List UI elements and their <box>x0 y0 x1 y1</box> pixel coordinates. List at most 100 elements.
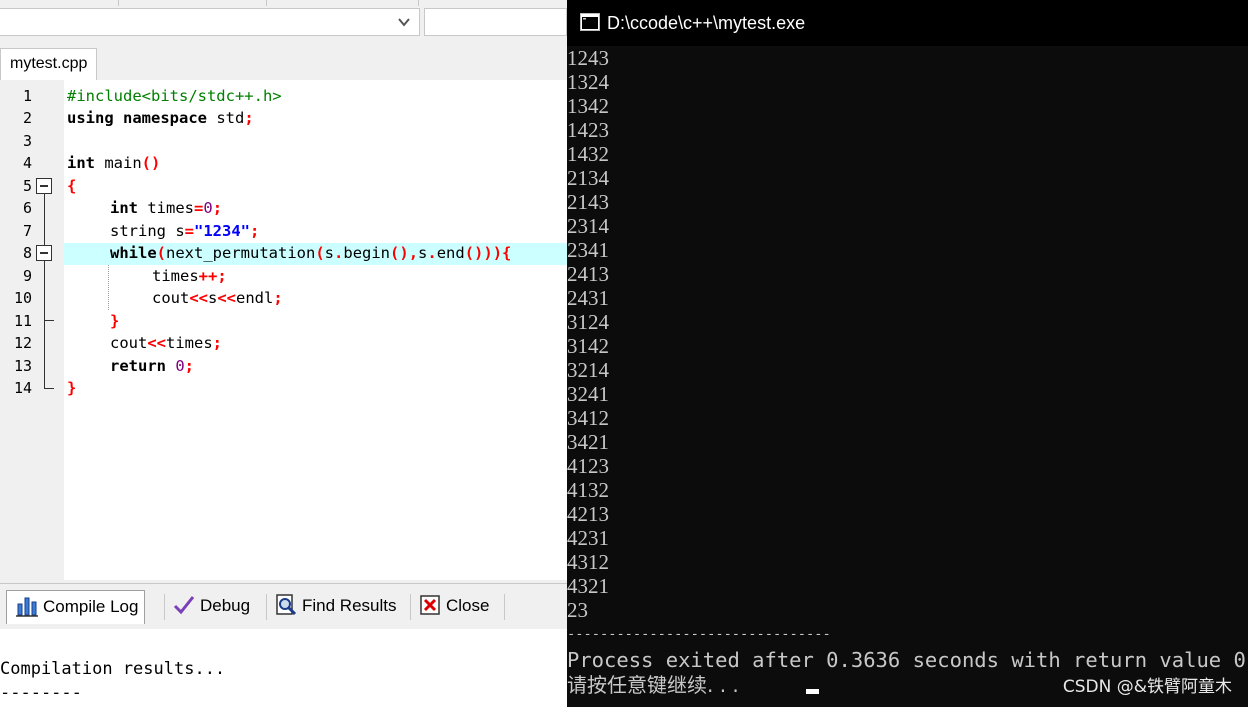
tab-separator <box>504 594 505 620</box>
chevron-down-icon[interactable] <box>397 15 411 29</box>
fold-toggle-icon[interactable] <box>36 178 52 194</box>
output-line: 1243 <box>567 46 609 70</box>
output-line: 3142 <box>567 334 609 358</box>
code-line-6: int times=0; <box>110 197 222 219</box>
symbol: ++; <box>198 267 227 285</box>
toolbar-separator <box>118 0 119 6</box>
symbol: ( <box>315 244 325 262</box>
console-title-bar[interactable]: D:\ccode\c++\mytest.exe <box>567 0 1248 46</box>
line-number: 10 <box>13 289 32 307</box>
code-line-8: while(next_permutation(s.begin(),s.end()… <box>110 242 511 264</box>
identifier: times <box>138 199 194 217</box>
symbol: . <box>334 244 344 262</box>
tab-find-results[interactable]: Find Results <box>266 590 402 624</box>
symbol: << <box>217 289 237 307</box>
fold-guide-line <box>44 261 45 320</box>
symbol: . <box>427 244 437 262</box>
output-line: 1432 <box>567 142 609 166</box>
text-cursor <box>806 689 819 694</box>
search-document-icon <box>276 593 297 615</box>
keyword: using namespace <box>67 109 207 127</box>
tab-label: Compile Log <box>43 597 139 616</box>
line-number: 2 <box>22 109 32 127</box>
line-number: 7 <box>22 222 32 240</box>
file-tab-mytest[interactable]: mytest.cpp <box>0 48 98 80</box>
line-number: 13 <box>13 357 32 375</box>
identifier: cout <box>110 334 148 352</box>
output-line: 3412 <box>567 406 609 430</box>
output-line: 3421 <box>567 430 609 454</box>
identifier: s <box>324 244 335 262</box>
symbol: ; <box>184 357 195 375</box>
line-number: 9 <box>22 267 32 285</box>
press-any-key-prompt: 请按任意键继续. . . <box>567 673 739 697</box>
output-separator: -------------------------------- <box>567 626 831 642</box>
code-line-13: return 0; <box>110 355 194 377</box>
identifier: next_permutation <box>166 244 316 262</box>
line-number: 6 <box>22 199 32 217</box>
keyword: return <box>110 357 166 375</box>
toolbar-separator <box>266 0 267 6</box>
bar-chart-icon <box>16 597 38 617</box>
compile-log-output: Compilation results... -------- <box>0 629 567 707</box>
close-window-icon <box>420 594 440 615</box>
code-line-2: using namespace std; <box>67 107 254 129</box>
symbol: << <box>147 334 166 352</box>
code-line-9: times++; <box>152 265 227 287</box>
tab-label: Find Results <box>302 596 397 615</box>
indent-guide <box>108 265 109 310</box>
output-line: 3214 <box>567 358 609 382</box>
identifier: begin <box>343 244 391 262</box>
output-line: 1324 <box>567 70 609 94</box>
tab-label: Debug <box>200 596 251 615</box>
code-line-11: } <box>110 310 119 332</box>
log-line: Compilation results... <box>0 659 226 679</box>
fold-guide-line <box>44 194 45 245</box>
symbol: ; <box>273 289 283 307</box>
identifier: s <box>418 244 428 262</box>
tab-compile-log[interactable]: Compile Log <box>6 590 146 624</box>
symbol: = <box>184 222 194 240</box>
output-line: 2134 <box>567 166 609 190</box>
code-editor[interactable]: 1 2 3 4 5 6 7 8 9 10 11 12 13 14 #includ… <box>0 80 567 580</box>
ide-window: mytest.cpp 1 2 3 4 5 6 7 8 9 10 11 12 13… <box>0 0 567 707</box>
tab-debug[interactable]: Debug <box>164 590 256 624</box>
identifier: end <box>436 244 465 262</box>
symbol: ())){ <box>464 244 512 262</box>
symbol: (), <box>390 244 419 262</box>
bottom-panel-tabs: Compile Log Debug Find Results Close <box>0 583 567 630</box>
class-dropdown[interactable] <box>0 8 420 36</box>
output-line: 23 <box>567 598 588 622</box>
output-line: 4123 <box>567 454 609 478</box>
symbol: () <box>141 154 161 172</box>
identifier: times <box>152 267 199 285</box>
output-line: 1423 <box>567 118 609 142</box>
symbol: ; <box>212 199 223 217</box>
fold-toggle-icon[interactable] <box>36 245 52 261</box>
fold-end-marker <box>44 388 54 389</box>
member-dropdown[interactable] <box>424 8 567 36</box>
console-output: 1243 1324 1342 1423 1432 2134 2143 2314 … <box>567 46 1248 622</box>
code-line-7: string s="1234"; <box>110 220 259 242</box>
toolbar-separator <box>418 0 419 6</box>
tab-label: Close <box>446 596 490 615</box>
line-number: 3 <box>22 132 32 150</box>
keyword: int <box>110 199 138 217</box>
keyword: while <box>110 244 157 262</box>
line-number: 4 <box>22 154 32 172</box>
symbol: ( <box>156 244 167 262</box>
line-number: 8 <box>22 244 32 262</box>
process-exit-message: Process exited after 0.3636 seconds with… <box>567 648 1246 672</box>
code-line-14: } <box>67 377 76 399</box>
identifier: s <box>208 289 218 307</box>
watermark-text: CSDN @&铁臂阿童木 <box>1062 677 1232 697</box>
toolbar <box>0 0 567 45</box>
identifier: cout <box>152 289 190 307</box>
line-number: 12 <box>13 334 32 352</box>
line-number: 5 <box>22 177 32 195</box>
symbol: = <box>194 199 204 217</box>
tab-close[interactable]: Close <box>410 590 495 624</box>
line-number-gutter: 1 2 3 4 5 6 7 8 9 10 11 12 13 14 <box>0 80 64 580</box>
identifier: times <box>166 334 213 352</box>
output-line: 4132 <box>567 478 609 502</box>
